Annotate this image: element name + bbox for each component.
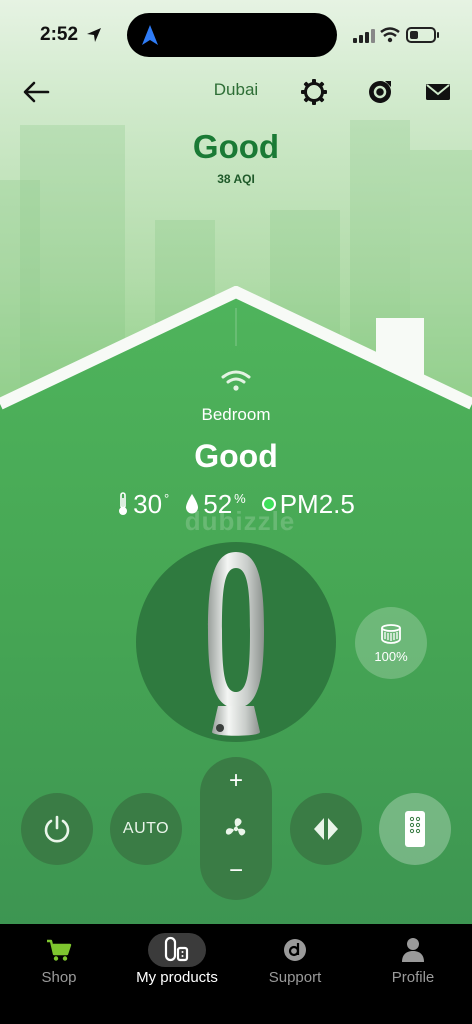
filter-life-value: 100% xyxy=(374,648,408,664)
tab-support-icon-wrap xyxy=(236,932,354,968)
outdoor-air-quality-status: Good xyxy=(192,128,280,165)
settings-button[interactable] xyxy=(296,74,332,110)
temperature-value: 30 xyxy=(133,488,163,519)
profile-icon xyxy=(402,938,424,962)
back-button[interactable] xyxy=(16,74,56,110)
power-icon xyxy=(44,815,70,843)
products-icon xyxy=(164,936,189,962)
tab-products-icon-wrap xyxy=(118,932,236,968)
temperature-unit: ° xyxy=(164,490,170,506)
oscillation-icon xyxy=(314,818,338,840)
device-button[interactable] xyxy=(362,74,398,110)
wifi-connection-icon xyxy=(221,370,251,391)
outdoor-aqi-value: 38 AQI xyxy=(217,172,255,186)
status-bar: 2:52 xyxy=(0,0,472,70)
filter-icon xyxy=(381,623,401,644)
oscillation-button[interactable] xyxy=(290,793,362,865)
tab-shop-icon-wrap xyxy=(0,932,118,968)
power-button[interactable] xyxy=(21,793,93,865)
device-ring-icon xyxy=(369,81,391,103)
location-arrow-icon xyxy=(87,28,101,42)
fan-speed-control: + − xyxy=(200,757,272,900)
watermark-logo: dubizzle xyxy=(184,506,296,536)
tab-support-label: Support xyxy=(268,969,322,986)
battery-icon xyxy=(406,27,439,43)
tab-support[interactable]: Support xyxy=(236,924,354,1024)
remote-control-button[interactable] xyxy=(379,793,451,865)
tab-profile-label: Profile xyxy=(391,969,435,986)
messages-button[interactable] xyxy=(420,74,456,110)
support-icon xyxy=(284,939,306,961)
fan-icon xyxy=(225,818,246,836)
tab-my-products[interactable]: My products xyxy=(118,924,236,1024)
tab-shop-label: Shop xyxy=(41,969,77,986)
remote-control-icon xyxy=(405,811,425,847)
auto-mode-button[interactable]: AUTO xyxy=(110,793,182,865)
filter-life-button[interactable]: 100% xyxy=(355,607,427,679)
app-screen: 2:52 Dubai Good 38 AQI Bedroom Good 30 °… xyxy=(0,0,472,924)
back-arrow-icon xyxy=(23,81,50,103)
dynamic-island xyxy=(127,13,337,57)
purifier-fan-image[interactable] xyxy=(200,550,272,742)
room-air-quality-status: Good xyxy=(194,438,278,474)
status-time: 2:52 xyxy=(40,24,79,45)
auto-mode-label: AUTO xyxy=(122,820,170,837)
tab-profile-icon-wrap xyxy=(354,932,472,968)
gear-icon xyxy=(301,79,327,105)
speed-increase-button[interactable]: + xyxy=(200,767,272,797)
tab-shop[interactable]: Shop xyxy=(0,924,118,1024)
navigation-arrow-icon xyxy=(142,25,158,45)
thermometer-icon xyxy=(119,492,128,515)
cellular-signal-icon xyxy=(353,29,375,43)
cart-icon xyxy=(47,939,72,961)
tab-profile[interactable]: Profile xyxy=(354,924,472,1024)
humidity-unit: % xyxy=(234,490,246,506)
wifi-status-icon xyxy=(380,27,400,43)
speed-decrease-button[interactable]: − xyxy=(200,857,272,887)
mail-icon xyxy=(426,84,450,100)
tab-my-products-label: My products xyxy=(136,969,218,986)
active-tab-pill xyxy=(148,933,206,967)
room-name: Bedroom xyxy=(201,405,271,424)
bottom-tab-bar: Shop My products Support Profile xyxy=(0,924,472,1024)
